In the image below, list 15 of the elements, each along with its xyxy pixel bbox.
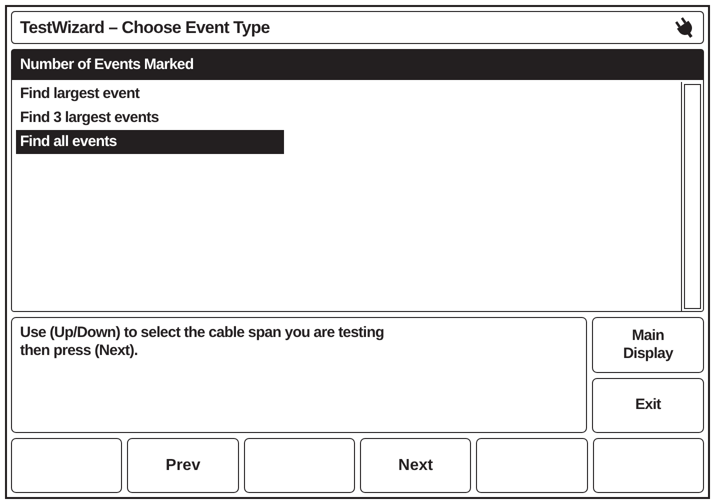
function-key[interactable]: Prev <box>127 438 239 493</box>
list-header: Number of Events Marked <box>12 50 703 80</box>
blank-function-key[interactable] <box>476 438 588 493</box>
list-item[interactable]: Find 3 largest events <box>16 106 284 130</box>
blank-function-key[interactable] <box>11 438 122 493</box>
instruction-text: Use (Up/Down) to select the cable span you are testing then press (Next). <box>20 324 385 360</box>
window-title: TestWizard – Choose Event Type <box>20 16 270 39</box>
list-item[interactable]: Find all events <box>16 130 284 154</box>
list-item[interactable]: Find largest event <box>16 82 284 106</box>
plug-icon <box>675 16 695 38</box>
function-key[interactable]: Next <box>360 438 472 493</box>
blank-function-key[interactable] <box>244 438 355 493</box>
side-button[interactable]: Main Display <box>592 317 704 372</box>
side-button[interactable]: Exit <box>592 378 704 433</box>
blank-function-key[interactable] <box>592 438 704 493</box>
